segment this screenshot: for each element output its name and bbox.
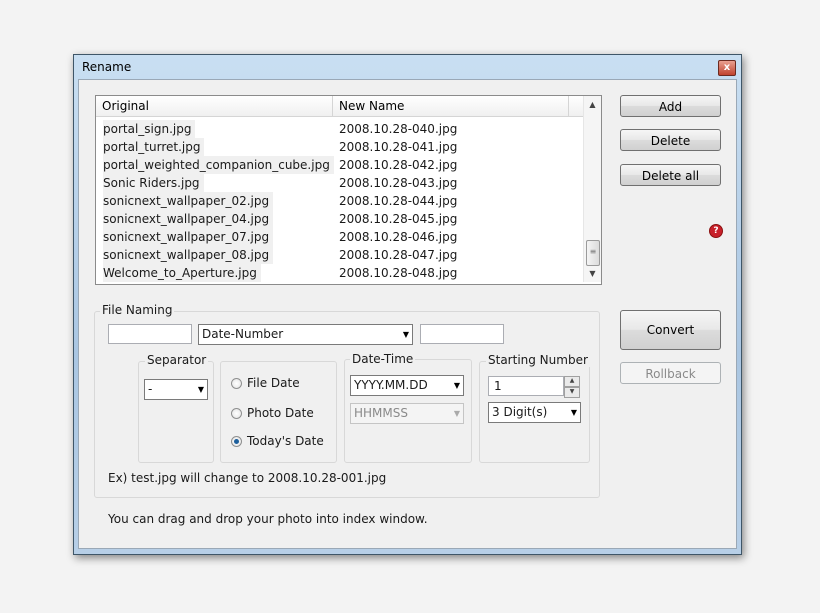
rename-dialog: Rename x Original New Name portal_sign.j… [73,54,742,555]
list-item[interactable]: Sonic Riders.jpg 2008.10.28-043.jpg [96,174,582,192]
new-filename: 2008.10.28-040.jpg [339,122,458,136]
new-filename: 2008.10.28-048.jpg [339,266,458,280]
chevron-down-icon: ▼ [402,330,409,339]
rollback-button: Rollback [620,362,721,384]
list-item[interactable]: sonicnext_wallpaper_04.jpg 2008.10.28-04… [96,210,582,228]
column-header-original[interactable]: Original [96,96,333,117]
prefix-input[interactable] [108,324,192,344]
file-date-radio[interactable] [231,378,242,389]
starting-number-label: Starting Number [486,353,590,367]
original-filename: portal_turret.jpg [103,138,205,156]
window-title: Rename [82,60,132,74]
original-filename: sonicnext_wallpaper_08.jpg [103,246,274,264]
original-filename: portal_weighted_companion_cube.jpg [103,156,334,174]
chevron-down-icon: ▼ [453,381,460,390]
list-item[interactable]: portal_turret.jpg 2008.10.28-041.jpg [96,138,582,156]
separator-value: - [148,382,153,396]
digits-value: 3 Digit(s) [492,405,548,419]
todays-date-label[interactable]: Today's Date [247,434,324,448]
close-button[interactable]: x [718,60,736,76]
column-header-new-name[interactable]: New Name [333,96,569,117]
scroll-down-arrow-icon[interactable]: ▼ [584,265,601,282]
convert-button[interactable]: Convert [620,310,721,350]
naming-mode-value: Date-Number [202,327,284,341]
chevron-down-icon: ▼ [453,409,460,418]
delete-button[interactable]: Delete [620,129,721,151]
list-item[interactable]: portal_sign.jpg 2008.10.28-040.jpg [96,120,582,138]
spin-up-icon[interactable]: ▲ [564,376,580,387]
scrollbar-thumb[interactable]: ≡ [586,240,600,266]
starting-number-input[interactable]: 1 [488,376,564,396]
vertical-scrollbar[interactable]: ▲ ≡ ▼ [583,96,601,282]
photo-date-label[interactable]: Photo Date [247,406,314,420]
list-item[interactable]: portal_weighted_companion_cube.jpg 2008.… [96,156,582,174]
chevron-down-icon: ▼ [570,408,577,417]
photo-date-radio[interactable] [231,408,242,419]
original-filename: Welcome_to_Aperture.jpg [103,264,261,282]
close-icon: x [723,62,731,73]
file-naming-label: File Naming [100,303,175,317]
todays-date-radio[interactable] [231,436,242,447]
scroll-up-arrow-icon[interactable]: ▲ [584,96,601,113]
new-filename: 2008.10.28-043.jpg [339,176,458,190]
delete-all-button[interactable]: Delete all [620,164,721,186]
help-icon[interactable]: ? [709,224,723,238]
new-filename: 2008.10.28-044.jpg [339,194,458,208]
column-header-filler [569,96,583,117]
new-filename: 2008.10.28-045.jpg [339,212,458,226]
digits-select[interactable]: 3 Digit(s) ▼ [488,402,581,423]
new-filename: 2008.10.28-041.jpg [339,140,458,154]
new-filename: 2008.10.28-042.jpg [339,158,458,172]
list-item[interactable]: sonicnext_wallpaper_02.jpg 2008.10.28-04… [96,192,582,210]
original-filename: sonicnext_wallpaper_04.jpg [103,210,274,228]
time-format-select: HHMMSS ▼ [350,403,464,424]
separator-label: Separator [145,353,209,367]
original-filename: sonicnext_wallpaper_07.jpg [103,228,274,246]
list-item[interactable]: sonicnext_wallpaper_07.jpg 2008.10.28-04… [96,228,582,246]
list-item[interactable]: sonicnext_wallpaper_08.jpg 2008.10.28-04… [96,246,582,264]
original-filename: portal_sign.jpg [103,120,196,138]
naming-mode-select[interactable]: Date-Number ▼ [198,324,413,345]
date-format-value: YYYY.MM.DD [354,378,428,392]
file-list[interactable]: Original New Name portal_sign.jpg 2008.1… [95,95,602,285]
add-button[interactable]: Add [620,95,721,117]
chevron-down-icon: ▼ [197,385,204,394]
new-filename: 2008.10.28-046.jpg [339,230,458,244]
drag-drop-hint: You can drag and drop your photo into in… [108,512,428,526]
time-format-value: HHMMSS [354,406,408,420]
date-format-select[interactable]: YYYY.MM.DD ▼ [350,375,464,396]
list-item[interactable]: Welcome_to_Aperture.jpg 2008.10.28-048.j… [96,264,582,282]
date-time-label: Date-Time [350,352,416,366]
starting-number-spinner[interactable]: ▲ ▼ [564,376,580,398]
new-filename: 2008.10.28-047.jpg [339,248,458,262]
original-filename: sonicnext_wallpaper_02.jpg [103,192,274,210]
suffix-input[interactable] [420,324,504,344]
separator-select[interactable]: - ▼ [144,379,208,400]
file-date-label[interactable]: File Date [247,376,300,390]
dialog-body: Original New Name portal_sign.jpg 2008.1… [78,79,737,549]
original-filename: Sonic Riders.jpg [103,174,204,192]
example-text: Ex) test.jpg will change to 2008.10.28-0… [108,471,387,485]
separator-group [138,361,214,463]
spin-down-icon[interactable]: ▼ [564,387,580,398]
